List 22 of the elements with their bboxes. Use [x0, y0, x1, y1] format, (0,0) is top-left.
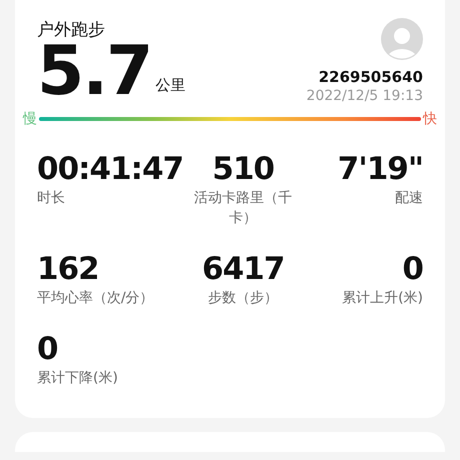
stat-label: 累计下降(米) — [37, 369, 118, 388]
distance-unit: 公里 — [155, 76, 186, 95]
workout-datetime: 2022/12/5 19:13 — [306, 88, 423, 104]
stat-label: 活动卡路里（千卡） — [193, 189, 294, 228]
stat-label: 步数（步） — [208, 289, 278, 308]
stat-value: 00:41:47 — [37, 150, 184, 188]
stat-value: 510 — [212, 150, 274, 188]
fast-label: 快 — [423, 110, 437, 128]
distance-value: 5.7 — [37, 41, 152, 103]
stat-label: 时长 — [37, 189, 65, 208]
stat-value: 162 — [37, 250, 99, 288]
stat-label: 累计上升(米) — [342, 289, 423, 308]
activity-title: 户外跑步 — [37, 19, 106, 41]
stat-value: 7'19" — [338, 150, 423, 188]
stat-value: 0 — [402, 250, 423, 288]
stat-label: 配速 — [395, 189, 423, 208]
stat-value: 0 — [37, 330, 58, 368]
slow-label: 慢 — [23, 110, 37, 128]
avatar-icon[interactable] — [381, 18, 423, 60]
stat-label: 平均心率（次/分） — [37, 289, 154, 308]
user-id: 2269505640 — [318, 68, 423, 86]
stat-value: 6417 — [202, 250, 284, 288]
